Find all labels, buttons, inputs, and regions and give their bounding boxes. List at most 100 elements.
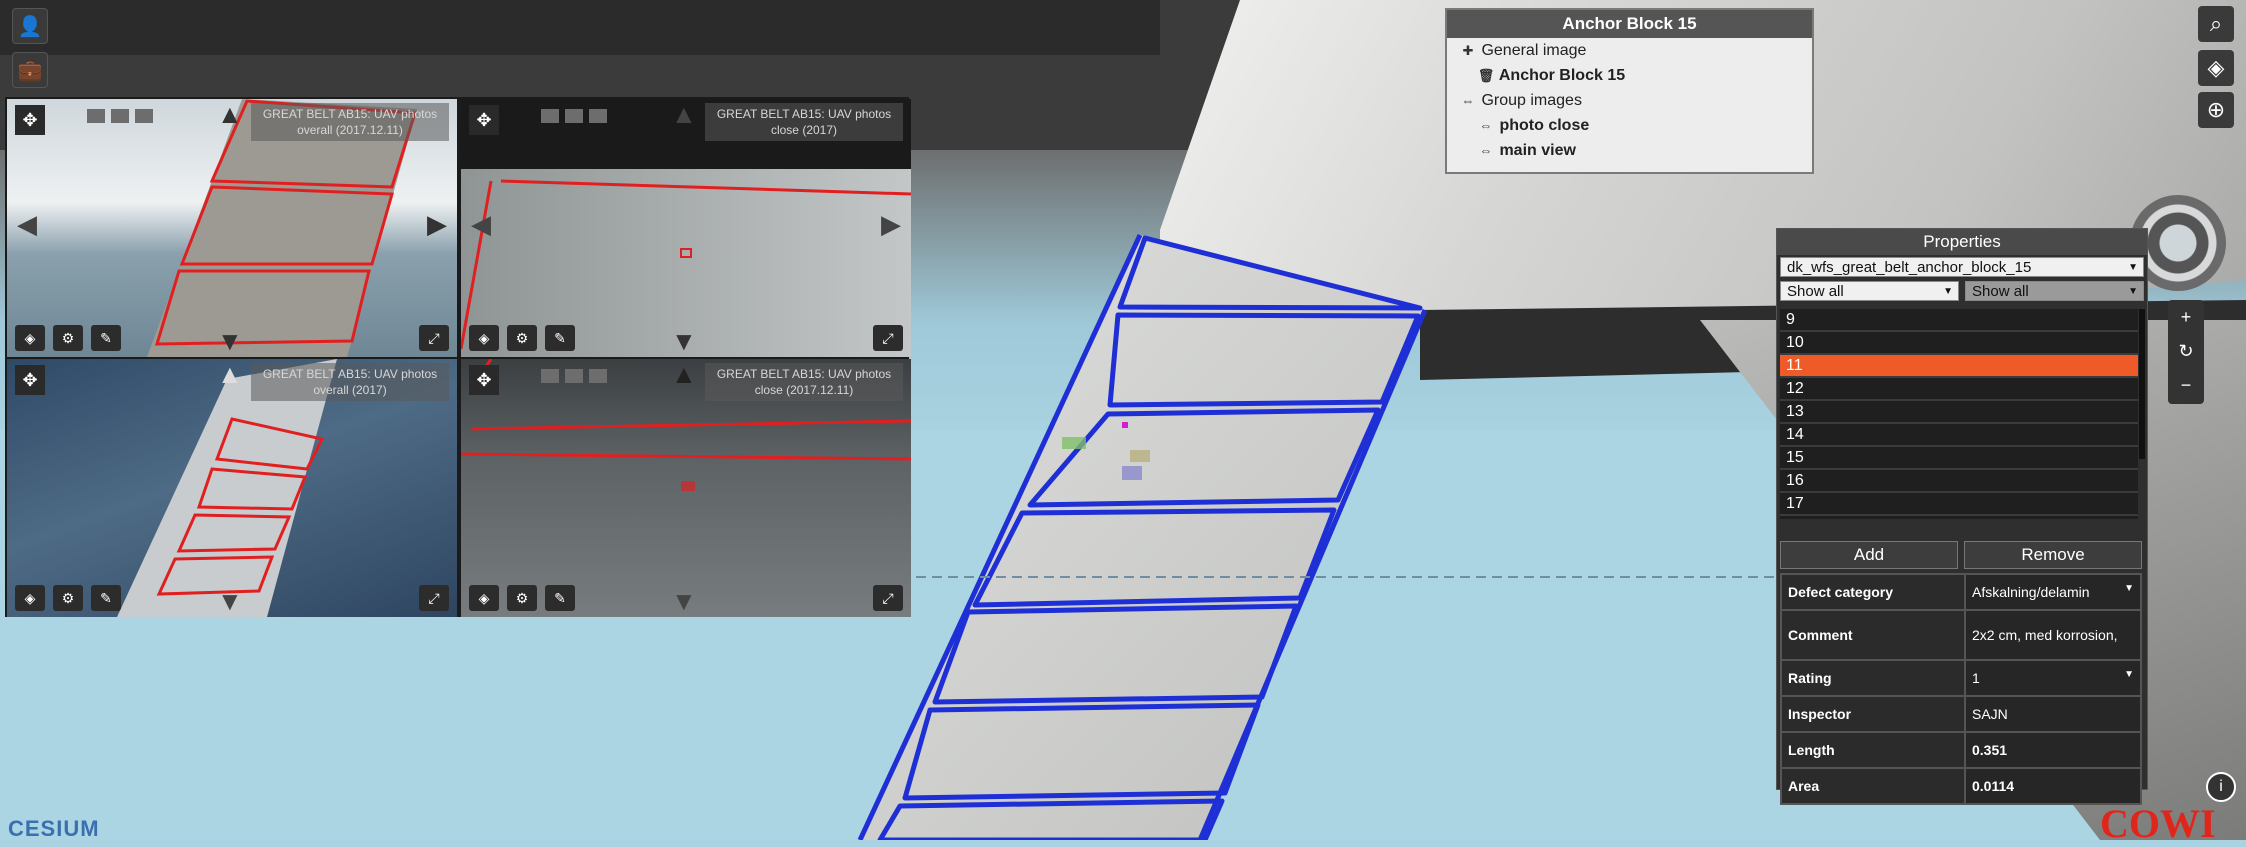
list-item[interactable]: 16 xyxy=(1780,470,2138,493)
property-key: Comment xyxy=(1780,609,1966,661)
property-value: 1 xyxy=(1972,670,1980,686)
arrow-up-icon[interactable]: ▲ xyxy=(217,359,243,390)
arrow-up-icon[interactable]: ▲ xyxy=(671,359,697,390)
filter-left-select[interactable]: Show all ▼ xyxy=(1780,281,1959,301)
arrow-left-icon[interactable]: ◀ xyxy=(471,209,491,240)
list-scrollbar[interactable] xyxy=(2139,309,2145,459)
gear-icon[interactable]: ⚙ xyxy=(53,585,83,611)
arrow-down-icon[interactable]: ▼ xyxy=(217,586,243,617)
arrow-down-icon[interactable]: ▼ xyxy=(671,326,697,357)
remove-button[interactable]: Remove xyxy=(1964,541,2142,569)
link-icon[interactable]: ⇔ xyxy=(1477,113,1495,138)
arrow-down-icon[interactable]: ▼ xyxy=(671,586,697,617)
tree-item-label: main view xyxy=(1499,142,1576,159)
tree-item-group-images[interactable]: ⇔ Group images xyxy=(1447,88,1812,113)
pin-icon[interactable]: ✎ xyxy=(545,585,575,611)
list-item[interactable]: 18 xyxy=(1780,516,2138,519)
layer-select[interactable]: dk_wfs_great_belt_anchor_block_15 ▼ xyxy=(1780,257,2144,277)
move-icon[interactable]: ✥ xyxy=(469,365,499,395)
layers-icon[interactable]: ◈ xyxy=(15,325,45,351)
search-icon[interactable]: ⌕ xyxy=(2198,6,2234,42)
zoom-in-button[interactable]: + xyxy=(2168,300,2204,334)
thumbnail-3[interactable]: ✥ ▲ ▼ GREAT BELT AB15: UAV photos overal… xyxy=(7,359,457,617)
thumbnail-1[interactable]: ✥ ▲ ◀ ▶ ▼ GREAT BELT AB15: UAV photos ov… xyxy=(7,99,457,357)
tree-item-main-view[interactable]: ⇔ main view xyxy=(1447,138,1812,163)
thumbnail-4[interactable]: ✥ ▲ ▼ GREAT BELT AB15: UAV photos close … xyxy=(461,359,911,617)
gear-icon[interactable]: ⚙ xyxy=(53,325,83,351)
link-icon[interactable]: ⇔ xyxy=(1477,138,1495,163)
defect-category-select[interactable]: Afskalning/delamin ▼ xyxy=(1964,573,2142,611)
image-thumbnail-panel: ✥ ▲ ◀ ▶ ▼ GREAT BELT AB15: UAV photos ov… xyxy=(5,97,911,617)
comment-field[interactable]: 2x2 cm, med korrosion, xyxy=(1964,609,2142,661)
property-key: Inspector xyxy=(1780,695,1966,733)
move-icon[interactable]: ✥ xyxy=(469,105,499,135)
zoom-out-button[interactable]: − xyxy=(2168,368,2204,402)
tree-item-general-image[interactable]: ✚ General image xyxy=(1447,38,1812,63)
expand-icon[interactable]: ⤢ xyxy=(419,325,449,351)
filter-left-value: Show all xyxy=(1787,283,1844,300)
top-toolbar xyxy=(0,0,1160,55)
layers-icon[interactable]: ◈ xyxy=(469,325,499,351)
pin-icon[interactable]: ✎ xyxy=(91,325,121,351)
image-tree-popup: Anchor Block 15 ✚ General image 🗑 Anchor… xyxy=(1445,8,1814,174)
table-row: Comment 2x2 cm, med korrosion, xyxy=(1780,609,2142,661)
arrow-up-icon[interactable]: ▲ xyxy=(217,99,243,130)
expand-icon[interactable]: ⤢ xyxy=(873,585,903,611)
expand-icon[interactable]: ⤢ xyxy=(419,585,449,611)
thumbnail-pager[interactable] xyxy=(541,369,607,383)
defect-id-list[interactable]: 9 10 11 12 13 14 15 16 17 18 xyxy=(1780,309,2138,519)
pin-icon[interactable]: ✎ xyxy=(91,585,121,611)
pin-icon[interactable]: ✎ xyxy=(545,325,575,351)
thumbnail-2[interactable]: ✥ ▲ ◀ ▶ ▼ GREAT BELT AB15: UAV photos cl… xyxy=(461,99,911,357)
list-item[interactable]: 12 xyxy=(1780,378,2138,401)
area-value: 0.0114 xyxy=(1964,767,2142,805)
tree-item-anchor-block[interactable]: 🗑 Anchor Block 15 xyxy=(1447,63,1812,88)
layers-icon[interactable]: ◈ xyxy=(15,585,45,611)
filter-right-select[interactable]: Show all ▼ xyxy=(1965,281,2144,301)
thumbnail-tools: ◈ ⚙ ✎ xyxy=(15,585,121,611)
defect-marker xyxy=(1122,466,1142,480)
expand-icon[interactable]: ⤢ xyxy=(873,325,903,351)
arrow-right-icon[interactable]: ▶ xyxy=(881,209,901,240)
arrow-right-icon[interactable]: ▶ xyxy=(427,209,447,240)
arrow-down-icon[interactable]: ▼ xyxy=(217,326,243,357)
move-icon[interactable]: ✥ xyxy=(15,365,45,395)
zoom-reset-button[interactable]: ↻ xyxy=(2168,334,2204,368)
tree-item-label: photo close xyxy=(1499,117,1590,134)
add-remove-row: Add Remove xyxy=(1780,541,2142,569)
list-item[interactable]: 10 xyxy=(1780,332,2138,355)
column-body xyxy=(860,235,1425,840)
move-icon[interactable]: ✥ xyxy=(15,105,45,135)
defect-marker xyxy=(1130,450,1150,462)
zoom-control: + ↻ − xyxy=(2168,300,2204,404)
info-icon[interactable]: i xyxy=(2206,772,2236,802)
tree-item-photo-close[interactable]: ⇔ photo close xyxy=(1447,113,1812,138)
gear-icon[interactable]: ⚙ xyxy=(507,585,537,611)
arrow-left-icon[interactable]: ◀ xyxy=(17,209,37,240)
properties-table: Defect category Afskalning/delamin ▼ Com… xyxy=(1780,573,2142,805)
trash-icon[interactable]: 🗑 xyxy=(1477,63,1495,88)
rating-select[interactable]: 1 ▼ xyxy=(1964,659,2142,697)
list-item[interactable]: 15 xyxy=(1780,447,2138,470)
link-icon[interactable]: ⇔ xyxy=(1459,88,1477,113)
thumbnail-pager[interactable] xyxy=(541,109,607,123)
layers-icon[interactable]: ◈ xyxy=(2198,50,2234,86)
add-button[interactable]: Add xyxy=(1780,541,1958,569)
list-item[interactable]: 9 xyxy=(1780,309,2138,332)
target-icon[interactable]: ⊕ xyxy=(2198,92,2234,128)
user-icon[interactable]: 👤 xyxy=(12,8,48,44)
layers-icon[interactable]: ◈ xyxy=(469,585,499,611)
list-item[interactable]: 13 xyxy=(1780,401,2138,424)
gear-icon[interactable]: ⚙ xyxy=(507,325,537,351)
cesium-logo[interactable]: CESIUM xyxy=(8,816,100,842)
list-item-selected[interactable]: 11 xyxy=(1780,355,2138,378)
list-item[interactable]: 17 xyxy=(1780,493,2138,516)
briefcase-icon[interactable]: 💼 xyxy=(12,52,48,88)
arrow-up-icon[interactable]: ▲ xyxy=(671,99,697,130)
thumbnail-tools: ◈ ⚙ ✎ xyxy=(15,325,121,351)
inspector-field[interactable]: SAJN xyxy=(1964,695,2142,733)
thumbnail-pager[interactable] xyxy=(87,109,153,123)
list-item[interactable]: 14 xyxy=(1780,424,2138,447)
plus-icon[interactable]: ✚ xyxy=(1459,38,1477,63)
tree-item-label: Anchor Block 15 xyxy=(1498,67,1626,84)
